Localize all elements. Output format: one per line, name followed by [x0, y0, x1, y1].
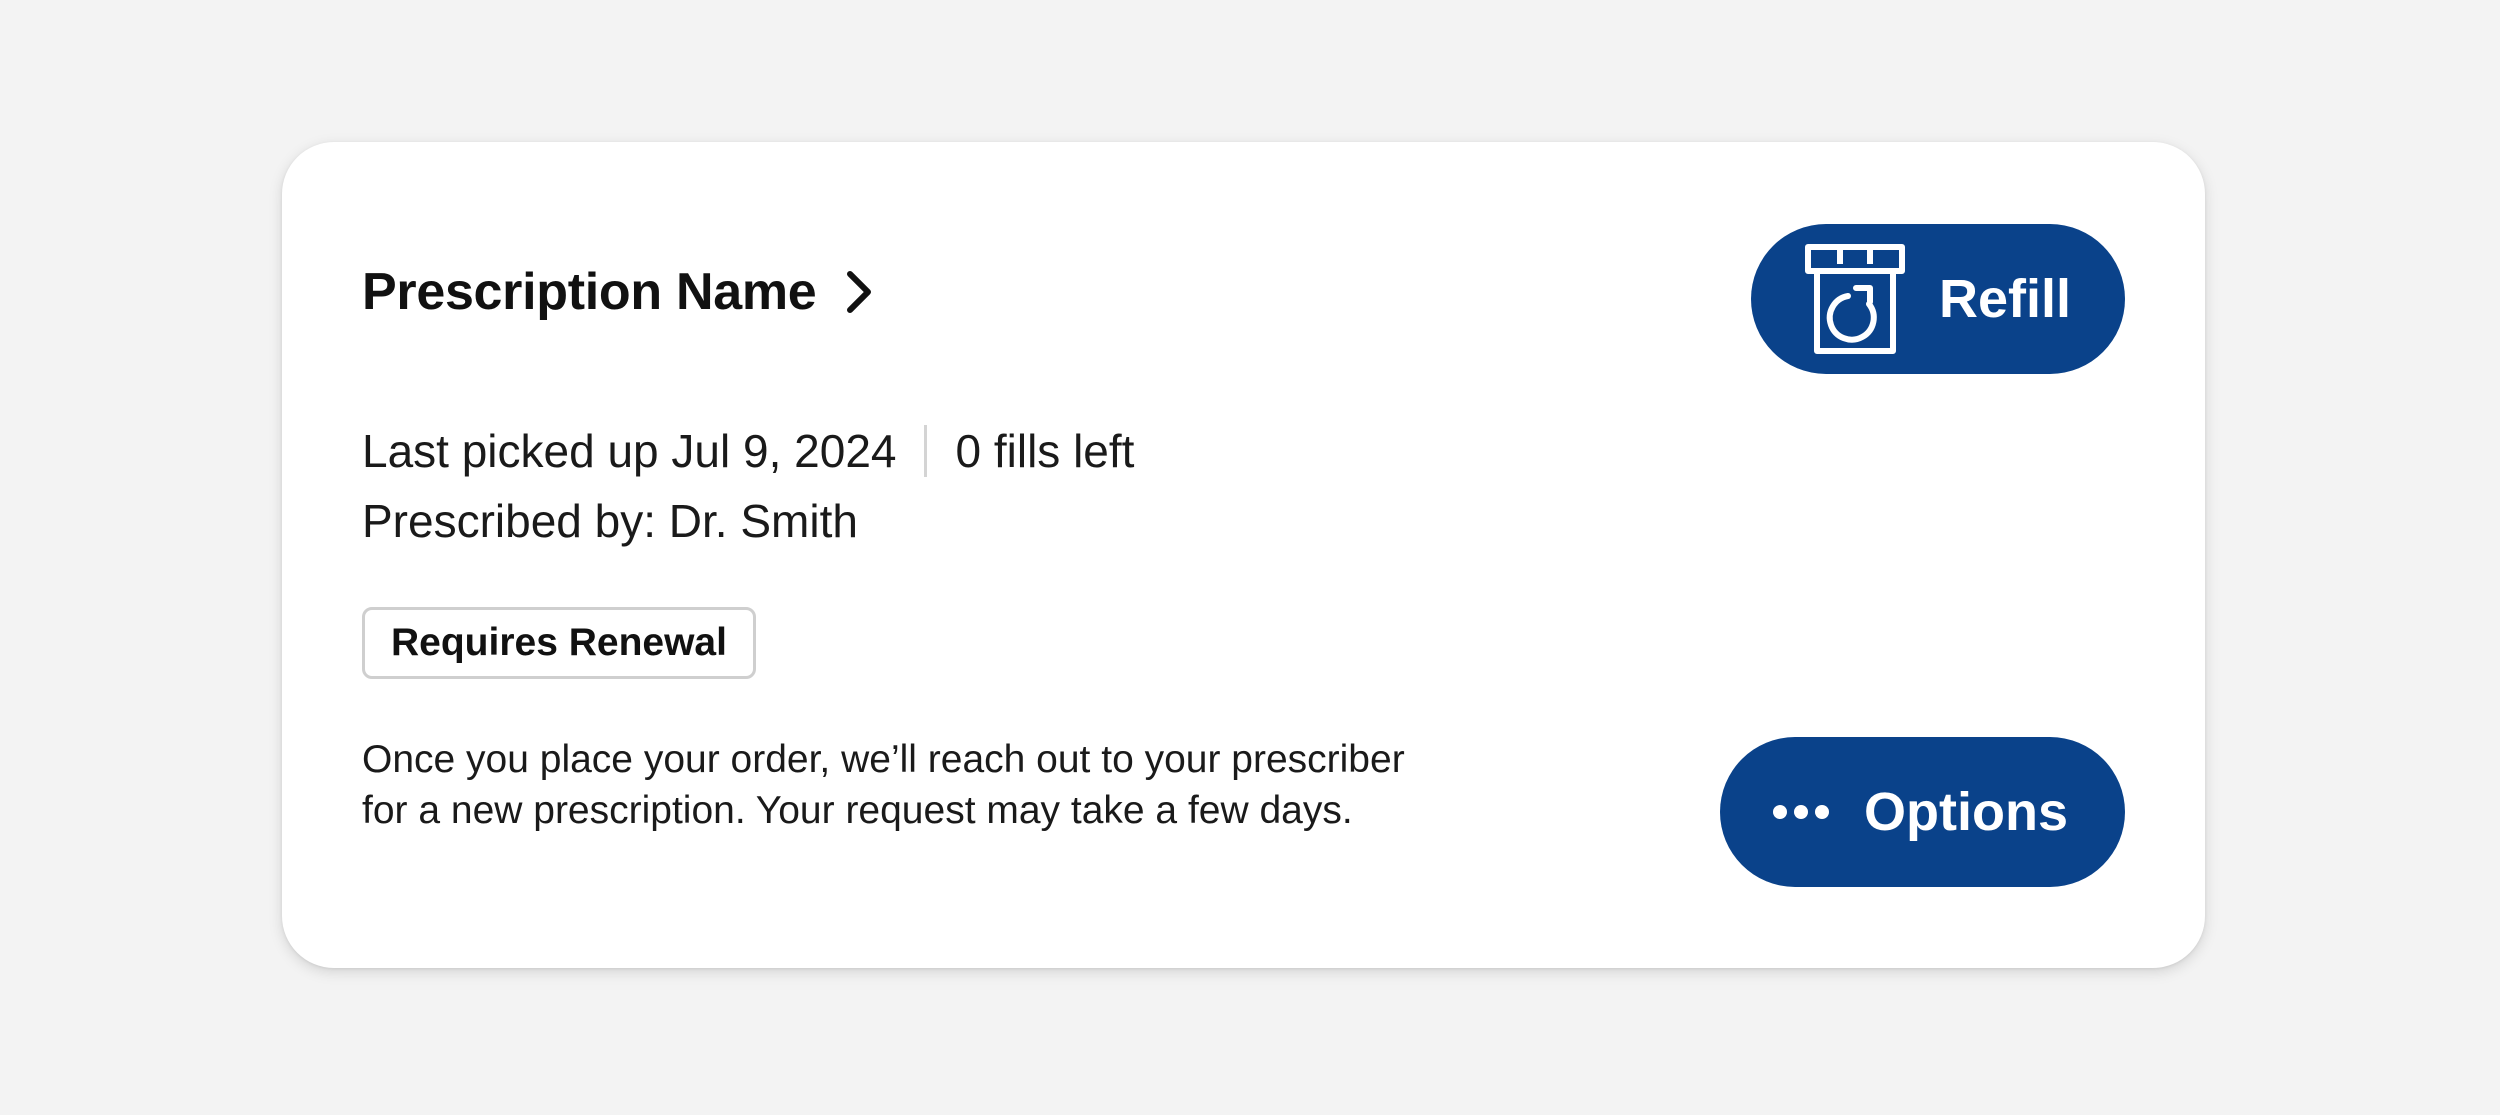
prescription-card: Prescription Name Last picked up Jul 9, … — [282, 142, 2205, 968]
renewal-description: Once you place your order, we’ll reach o… — [362, 738, 1405, 832]
pill-bottle-refill-icon — [1805, 244, 1905, 354]
options-button-label: Options — [1864, 782, 2068, 842]
status-badge-label: Requires Renewal — [391, 621, 727, 664]
more-horizontal-icon — [1773, 805, 1829, 819]
refill-button-label: Refill — [1939, 269, 2072, 329]
status-badge: Requires Renewal — [362, 607, 756, 679]
refill-button[interactable]: Refill — [1751, 224, 2125, 374]
prescribed-by-text: Prescribed by: Dr. Smith — [362, 495, 858, 547]
prescription-title: Prescription Name — [362, 263, 817, 321]
chevron-right-icon — [847, 271, 872, 313]
prescription-title-link[interactable]: Prescription Name — [362, 262, 874, 322]
last-picked-up-text: Last picked up Jul 9, 2024 — [362, 425, 897, 477]
options-button[interactable]: Options — [1720, 737, 2125, 887]
pickup-info-row: Last picked up Jul 9, 2024 0 fills left — [362, 424, 1134, 478]
meta-divider — [924, 425, 928, 477]
fills-left-text: 0 fills left — [955, 425, 1135, 477]
